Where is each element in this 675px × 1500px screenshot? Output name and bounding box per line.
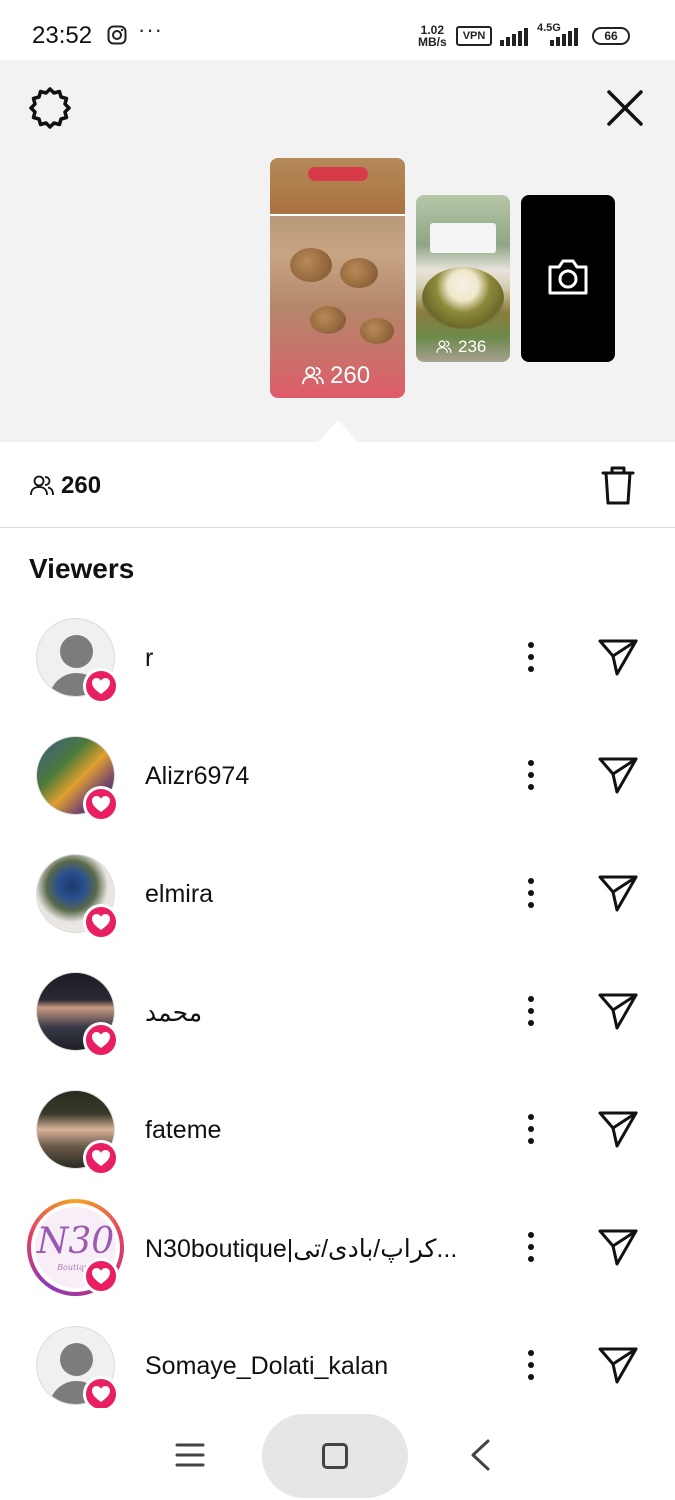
send-message-icon[interactable]	[597, 990, 639, 1032]
viewer-username[interactable]: Alizr6974	[145, 762, 249, 791]
story-thumbnail[interactable]: 236	[416, 195, 510, 362]
more-options-icon[interactable]	[521, 876, 541, 910]
system-nav-bar	[0, 1408, 675, 1500]
viewers-icon	[436, 340, 452, 353]
heart-icon	[83, 1258, 119, 1294]
avatar[interactable]: N30 Boutique	[27, 1199, 124, 1296]
heart-icon	[83, 904, 119, 940]
viewer-username[interactable]: N30boutique|کراپ/بادی/تی...	[145, 1234, 457, 1264]
selected-story-pointer	[318, 420, 358, 442]
speed-unit: MB/s	[418, 35, 447, 49]
gear-icon[interactable]	[28, 86, 72, 130]
vpn-badge: VPN	[456, 26, 492, 46]
story-question-card	[430, 223, 496, 253]
viewers-list: r Alizr6974 elmira محمد fateme N30 Bouti…	[0, 598, 675, 1424]
more-options-icon[interactable]	[521, 1230, 541, 1264]
viewer-row[interactable]: N30 Boutique N30boutique|کراپ/بادی/تی...	[0, 1188, 675, 1306]
more-options-icon[interactable]	[521, 994, 541, 1028]
avatar[interactable]	[36, 972, 119, 1058]
battery-indicator: 66	[592, 27, 630, 45]
avatar[interactable]	[36, 736, 119, 822]
viewer-username[interactable]: r	[145, 644, 153, 673]
send-message-icon[interactable]	[597, 1108, 639, 1150]
selected-story-summary: 260	[0, 442, 675, 528]
story-viewer-count-text: 236	[458, 337, 487, 356]
viewer-count: 260	[61, 472, 102, 499]
instagram-icon	[107, 25, 127, 45]
camera-icon	[548, 259, 588, 295]
send-message-icon[interactable]	[597, 1344, 639, 1386]
status-bar: 23:52 ··· 1.02 MB/s VPN 4.5G 66	[0, 0, 675, 60]
heart-icon	[83, 1140, 119, 1176]
viewer-username[interactable]: fateme	[145, 1116, 221, 1145]
home-button[interactable]	[262, 1414, 408, 1498]
heart-icon	[83, 668, 119, 704]
more-options-icon[interactable]	[521, 1348, 541, 1382]
viewer-row[interactable]: Alizr6974	[0, 716, 675, 834]
add-story-camera[interactable]	[521, 195, 615, 362]
send-message-icon[interactable]	[597, 754, 639, 796]
story-thumbnail-selected[interactable]: 260	[270, 158, 405, 398]
story-viewer-count: 260	[302, 362, 370, 390]
food-detail	[340, 258, 378, 288]
avatar[interactable]	[36, 1326, 119, 1412]
more-options-icon[interactable]	[521, 758, 541, 792]
food-detail	[422, 267, 504, 329]
brand-logo-text: N30	[36, 1221, 115, 1262]
status-more-icon: ···	[138, 17, 163, 42]
heart-icon	[83, 786, 119, 822]
avatar[interactable]	[36, 618, 119, 704]
story-title-sticker	[308, 167, 368, 181]
close-icon[interactable]	[605, 88, 645, 128]
more-options-icon[interactable]	[521, 1112, 541, 1146]
back-chevron-icon[interactable]	[468, 1438, 492, 1472]
send-message-icon[interactable]	[597, 636, 639, 678]
viewer-row[interactable]: fateme	[0, 1070, 675, 1188]
viewer-username[interactable]: elmira	[145, 880, 213, 909]
menu-icon[interactable]	[174, 1442, 206, 1468]
status-time: 23:52	[32, 22, 93, 49]
viewer-row[interactable]: elmira	[0, 834, 675, 952]
avatar[interactable]	[36, 1090, 119, 1176]
home-square-icon	[322, 1443, 348, 1469]
viewer-username[interactable]: Somaye_Dolati_kalan	[145, 1352, 388, 1381]
food-detail	[360, 318, 394, 344]
send-message-icon[interactable]	[597, 1226, 639, 1268]
trash-icon[interactable]	[600, 464, 636, 506]
more-options-icon[interactable]	[521, 640, 541, 674]
heart-icon	[83, 1376, 119, 1412]
viewer-row[interactable]: Somaye_Dolati_kalan	[0, 1306, 675, 1424]
send-message-icon[interactable]	[597, 872, 639, 914]
food-detail	[310, 306, 346, 334]
story-viewer-count-text: 260	[330, 362, 371, 389]
viewers-icon	[30, 475, 54, 496]
story-viewer-count: 236	[436, 337, 486, 357]
viewer-row[interactable]: محمد	[0, 952, 675, 1070]
avatar[interactable]	[36, 854, 119, 940]
food-detail	[290, 248, 332, 282]
heart-icon	[83, 1022, 119, 1058]
viewer-row[interactable]: r	[0, 598, 675, 716]
network-speed: 1.02 MB/s	[418, 24, 447, 48]
network-type: 4.5G	[537, 22, 561, 34]
viewers-icon	[302, 366, 324, 385]
viewer-username[interactable]: محمد	[145, 998, 202, 1028]
viewers-heading: Viewers	[29, 553, 135, 584]
